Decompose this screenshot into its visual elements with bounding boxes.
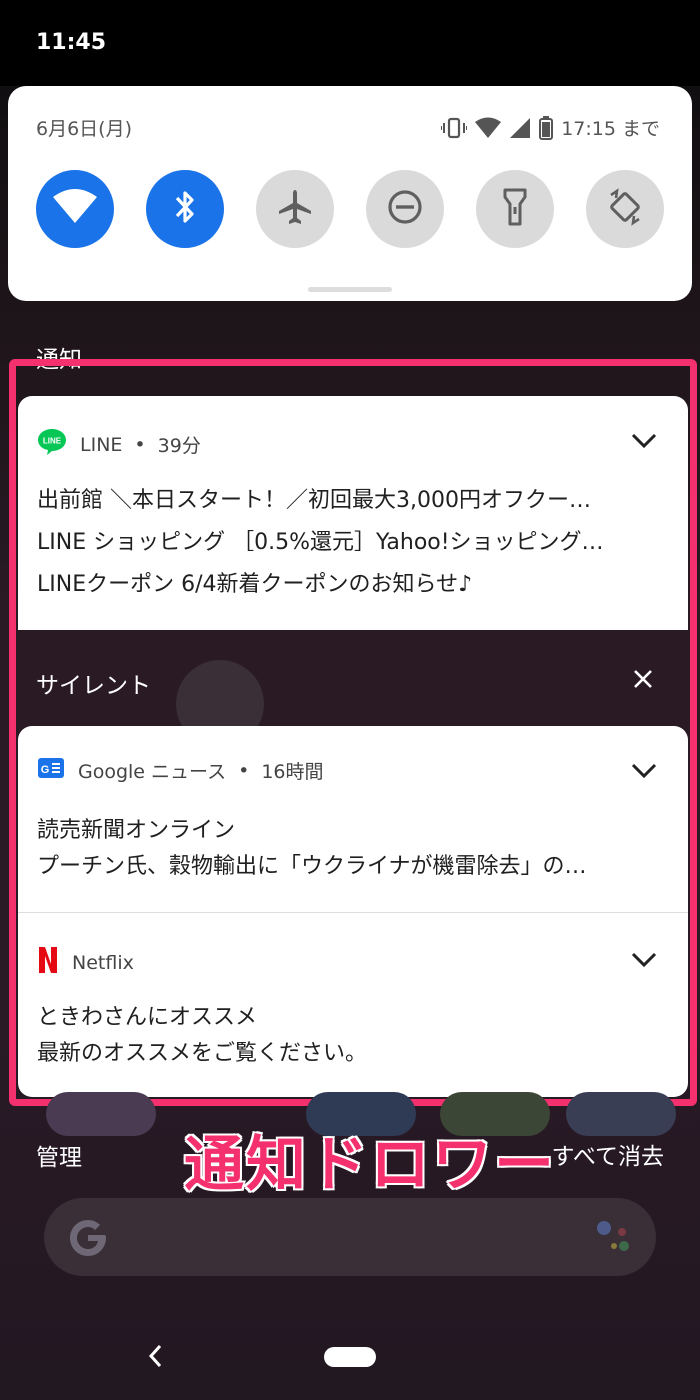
qs-drag-handle[interactable] (308, 287, 392, 292)
wifi-icon (53, 189, 97, 229)
google-assistant-icon[interactable] (594, 1218, 634, 1260)
wifi-tile[interactable] (36, 170, 114, 248)
caption-notification-drawer: 通知ドロワー (183, 1129, 556, 1202)
battery-icon (539, 115, 554, 140)
nav-back-icon[interactable] (146, 1342, 164, 1374)
qs-tiles (36, 170, 664, 248)
auto-rotate-tile[interactable] (586, 170, 664, 248)
quick-settings-panel: 6月6日(月) 17:15 まで (8, 86, 692, 301)
qs-date: 6月6日(月) (36, 118, 133, 140)
status-time: 11:45 (36, 30, 107, 55)
flashlight-tile[interactable] (476, 170, 554, 248)
manage-button[interactable]: 管理 (36, 1138, 82, 1172)
rotate-icon (605, 187, 645, 231)
bluetooth-tile[interactable] (146, 170, 224, 248)
do-not-disturb-icon (386, 188, 424, 230)
cell-signal-icon (509, 117, 531, 139)
google-g-icon (66, 1216, 110, 1264)
do-not-disturb-tile[interactable] (366, 170, 444, 248)
nav-home-pill[interactable] (324, 1347, 376, 1367)
clear-all-button[interactable]: すべて消去 (552, 1137, 664, 1171)
qs-status-icons: 17:15 まで (441, 114, 660, 141)
notification-drawer-highlight-frame (9, 359, 697, 1106)
bluetooth-icon (170, 187, 200, 231)
airplane-mode-tile[interactable] (256, 170, 334, 248)
status-bar: 11:45 (0, 0, 700, 86)
wifi-signal-icon (475, 117, 502, 139)
background-app-icon (566, 1092, 676, 1136)
background-app-icon (46, 1092, 156, 1136)
vibrate-icon (441, 117, 468, 139)
battery-until-text: 17:15 まで (561, 118, 660, 140)
airplane-icon (276, 188, 314, 230)
google-search-bar[interactable] (44, 1198, 656, 1276)
flashlight-icon (500, 187, 530, 231)
